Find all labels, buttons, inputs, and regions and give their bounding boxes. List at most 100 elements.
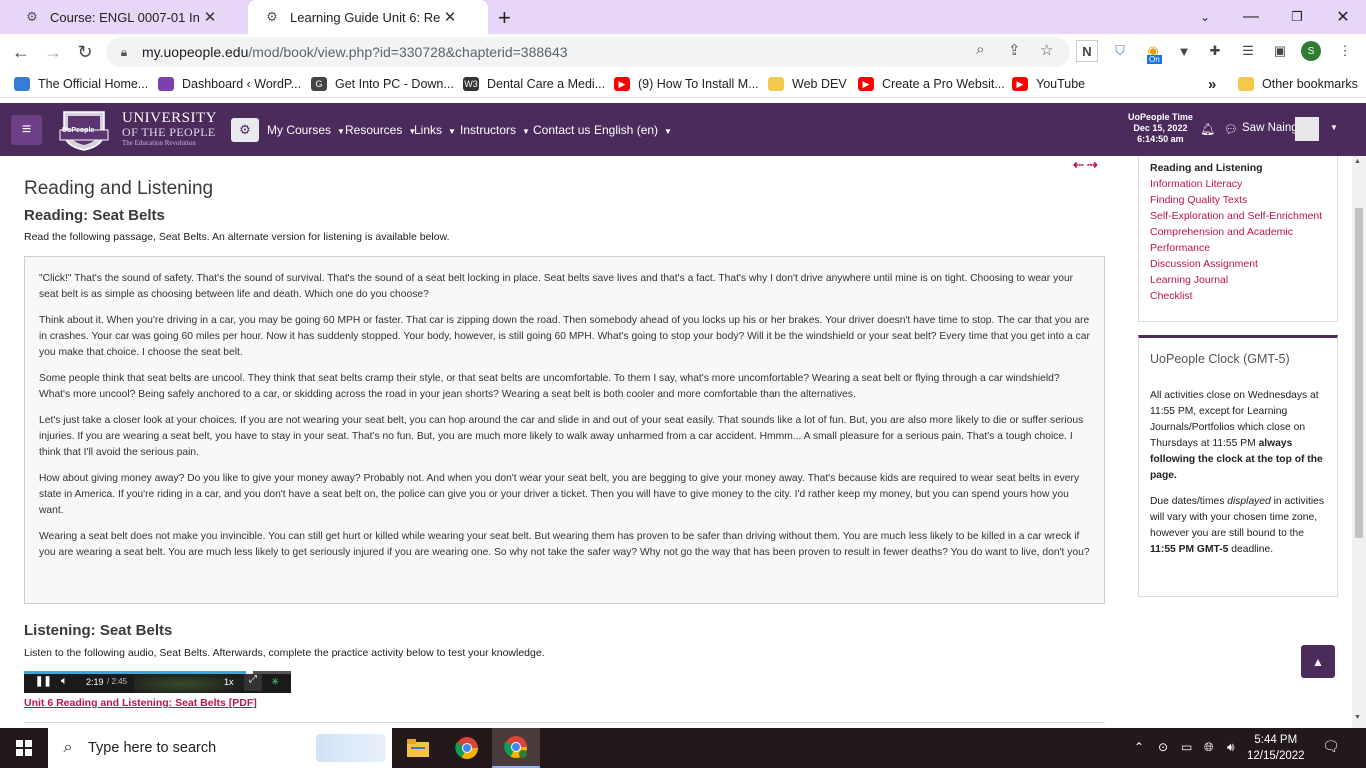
- notification-bell-icon[interactable]: 🔔︎: [1200, 122, 1215, 136]
- battery-icon[interactable]: ▭: [1181, 740, 1192, 754]
- windows-start-icon[interactable]: [0, 728, 48, 768]
- fullscreen-icon[interactable]: ⤢: [244, 674, 262, 691]
- toc-link[interactable]: Self-Exploration and Self-Enrichment: [1150, 208, 1326, 224]
- vpn-extension-icon[interactable]: ▼: [1173, 40, 1195, 62]
- taskbar-clock[interactable]: 5:44 PM 12/15/2022: [1247, 732, 1305, 764]
- clock-note-text: Due dates/times: [1150, 496, 1228, 507]
- network-globe-icon[interactable]: 🌐︎: [1204, 740, 1214, 755]
- nav-label: My Courses: [267, 123, 332, 137]
- avatar[interactable]: [1295, 117, 1319, 141]
- bookmark-get-into-pc[interactable]: G Get Into PC - Down...: [311, 75, 454, 93]
- bookmark-star-icon[interactable]: ☆: [1040, 41, 1053, 59]
- nav-instructors[interactable]: Instructors ▼: [460, 123, 530, 137]
- logo-line-1: UNIVERSITY: [122, 110, 217, 126]
- restore-window-icon[interactable]: ❐: [1274, 0, 1320, 34]
- other-bookmarks-label: Other bookmarks: [1262, 77, 1358, 91]
- extensions-puzzle-icon[interactable]: ✚: [1204, 40, 1226, 62]
- youtube-icon: ▶: [614, 77, 630, 91]
- scroll-up-icon[interactable]: ▲: [1354, 158, 1361, 165]
- messages-chat-icon[interactable]: 💬︎: [1224, 123, 1238, 136]
- chrome-profile-icon[interactable]: [492, 728, 540, 768]
- scroll-down-icon[interactable]: ▼: [1354, 714, 1361, 721]
- back-to-top-button[interactable]: ▲: [1301, 645, 1335, 678]
- time-date: Dec 15, 2022: [1133, 123, 1188, 133]
- user-name[interactable]: Saw Naing: [1242, 122, 1298, 134]
- bookmark-official-home[interactable]: The Official Home...: [14, 75, 148, 93]
- close-window-icon[interactable]: ✕: [1320, 0, 1366, 34]
- folder-icon: [768, 77, 784, 91]
- bookmark-label: Dashboard ‹ WordP...: [182, 77, 302, 91]
- taskbar-search-input[interactable]: ⌕ Type here to search: [48, 728, 392, 768]
- divider: [24, 722, 1105, 723]
- nav-language[interactable]: English (en) ▼: [594, 123, 672, 137]
- bookmark-label: Dental Care a Medi...: [487, 77, 606, 91]
- close-tab-icon[interactable]: ✕: [200, 8, 220, 26]
- toc-link[interactable]: Finding Quality Texts: [1150, 192, 1326, 208]
- nav-label: Instructors: [460, 123, 517, 137]
- toc-link[interactable]: Checklist: [1150, 288, 1326, 304]
- forward-arrow-icon[interactable]: →: [38, 37, 68, 67]
- bookmark-youtube[interactable]: ▶ YouTube: [1012, 75, 1085, 93]
- notification-center-icon[interactable]: 🗨︎: [1322, 738, 1340, 755]
- page-scrollbar[interactable]: ▲ ▼: [1352, 156, 1366, 728]
- browser-menu-icon[interactable]: ⋮: [1334, 40, 1356, 62]
- nav-resources[interactable]: Resources ▼: [345, 123, 416, 137]
- toc-link[interactable]: Learning Journal: [1150, 272, 1326, 288]
- show-hidden-icons-icon[interactable]: ⌃: [1134, 740, 1144, 754]
- clock-note-2: Due dates/times displayed in activities …: [1150, 494, 1326, 558]
- minimize-icon[interactable]: —: [1228, 0, 1274, 34]
- nav-links[interactable]: Links ▼: [414, 123, 456, 137]
- next-chapter-icon[interactable]: ⇢: [1087, 157, 1101, 172]
- url-path: /mod/book/view.php?id=330728&chapterid=3…: [248, 44, 568, 60]
- close-tab-icon[interactable]: ✕: [440, 8, 460, 26]
- user-menu-caret-icon[interactable]: ▼: [1330, 123, 1338, 132]
- settings-cog-icon[interactable]: ⚙: [231, 118, 259, 142]
- media-control-icon[interactable]: ☰: [1237, 40, 1259, 62]
- bookmarks-more-button[interactable]: »: [1208, 75, 1216, 93]
- bookmark-web-dev[interactable]: Web DEV: [768, 75, 847, 93]
- pdf-download-link[interactable]: Unit 6 Reading and Listening: Seat Belts…: [24, 697, 257, 709]
- bookmark-dental-care[interactable]: W3 Dental Care a Medi...: [463, 75, 605, 93]
- zoom-icon[interactable]: ⌕: [976, 41, 984, 58]
- tab-search-chevron-icon[interactable]: ⌄: [1182, 0, 1228, 34]
- address-bar[interactable]: 🔒︎ my.uopeople.edu/mod/book/view.php?id=…: [106, 37, 1070, 67]
- hamburger-menu-icon[interactable]: ≡: [11, 115, 42, 145]
- browser-tab-course[interactable]: ⚙ Course: ENGL 0007-01 Intermedi ✕: [8, 0, 246, 34]
- bookmark-dashboard-wordpress[interactable]: Dashboard ‹ WordP...: [158, 75, 301, 93]
- volume-icon[interactable]: 🔈︎: [61, 675, 68, 688]
- bookmark-label: (9) How To Install M...: [638, 77, 759, 91]
- profile-avatar[interactable]: S: [1301, 41, 1321, 61]
- caret-down-icon: ▼: [522, 127, 530, 136]
- new-tab-button[interactable]: +: [498, 5, 511, 31]
- reload-icon[interactable]: ↻: [70, 37, 100, 67]
- section-title-listening: Listening: Seat Belts: [24, 622, 173, 639]
- browser-tab-learning-guide[interactable]: ⚙ Learning Guide Unit 6: Reading a ✕: [248, 0, 488, 34]
- notion-extension-icon[interactable]: N: [1076, 40, 1098, 62]
- uopeople-time: UoPeople Time Dec 15, 2022 6:14:50 am: [1128, 112, 1193, 145]
- file-explorer-icon[interactable]: [394, 728, 442, 768]
- previous-chapter-icon[interactable]: ⇠: [1073, 157, 1087, 172]
- bookmark-label: Get Into PC - Down...: [335, 77, 454, 91]
- scroll-thumb[interactable]: [1355, 208, 1363, 538]
- playback-speed[interactable]: 1x: [224, 677, 234, 687]
- shield-extension-icon[interactable]: ⛉: [1109, 40, 1131, 62]
- camera-icon[interactable]: ⊙: [1158, 740, 1168, 754]
- browser-tab-strip: ⚙ Course: ENGL 0007-01 Intermedi ✕ ⚙ Lea…: [0, 0, 1366, 34]
- back-arrow-icon[interactable]: ←: [6, 37, 36, 67]
- bookmark-how-to-install[interactable]: ▶ (9) How To Install M...: [614, 75, 759, 93]
- nav-my-courses[interactable]: My Courses ▼: [267, 123, 345, 137]
- volume-icon[interactable]: 🔊︎: [1227, 740, 1235, 755]
- other-bookmarks-folder[interactable]: Other bookmarks: [1238, 75, 1358, 93]
- chapter-title: Reading and Listening: [24, 178, 214, 199]
- share-icon[interactable]: ⇪: [1008, 41, 1021, 59]
- chrome-icon[interactable]: [443, 728, 491, 768]
- nav-contact-us[interactable]: Contact us: [533, 123, 590, 137]
- toc-link[interactable]: Comprehension and Academic Performance: [1150, 224, 1326, 256]
- pause-icon[interactable]: ❚❚: [35, 676, 52, 687]
- side-panel-icon[interactable]: ▣: [1269, 40, 1291, 62]
- toc-link[interactable]: Discussion Assignment: [1150, 256, 1326, 272]
- bookmark-create-pro-website[interactable]: ▶ Create a Pro Websit...: [858, 75, 1005, 93]
- search-icon: ⌕: [63, 739, 73, 756]
- audio-player: ❚❚ 🔈︎ 2:19 / 2:45 1x ⤢ ✳: [24, 671, 291, 693]
- toc-link[interactable]: Information Literacy: [1150, 176, 1326, 192]
